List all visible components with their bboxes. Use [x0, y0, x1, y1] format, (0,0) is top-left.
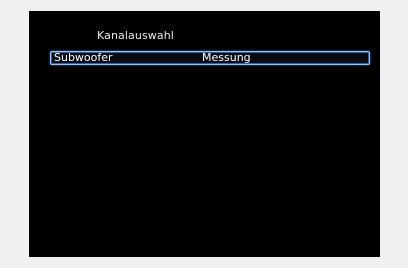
osd-screen: Kanalauswahl Subwoofer Messung: [29, 11, 380, 257]
menu-title: Kanalauswahl: [97, 29, 174, 42]
menu-row-value: Messung: [202, 51, 251, 64]
menu-row-label: Subwoofer: [54, 51, 113, 64]
menu-row-subwoofer[interactable]: Subwoofer Messung: [50, 51, 370, 65]
